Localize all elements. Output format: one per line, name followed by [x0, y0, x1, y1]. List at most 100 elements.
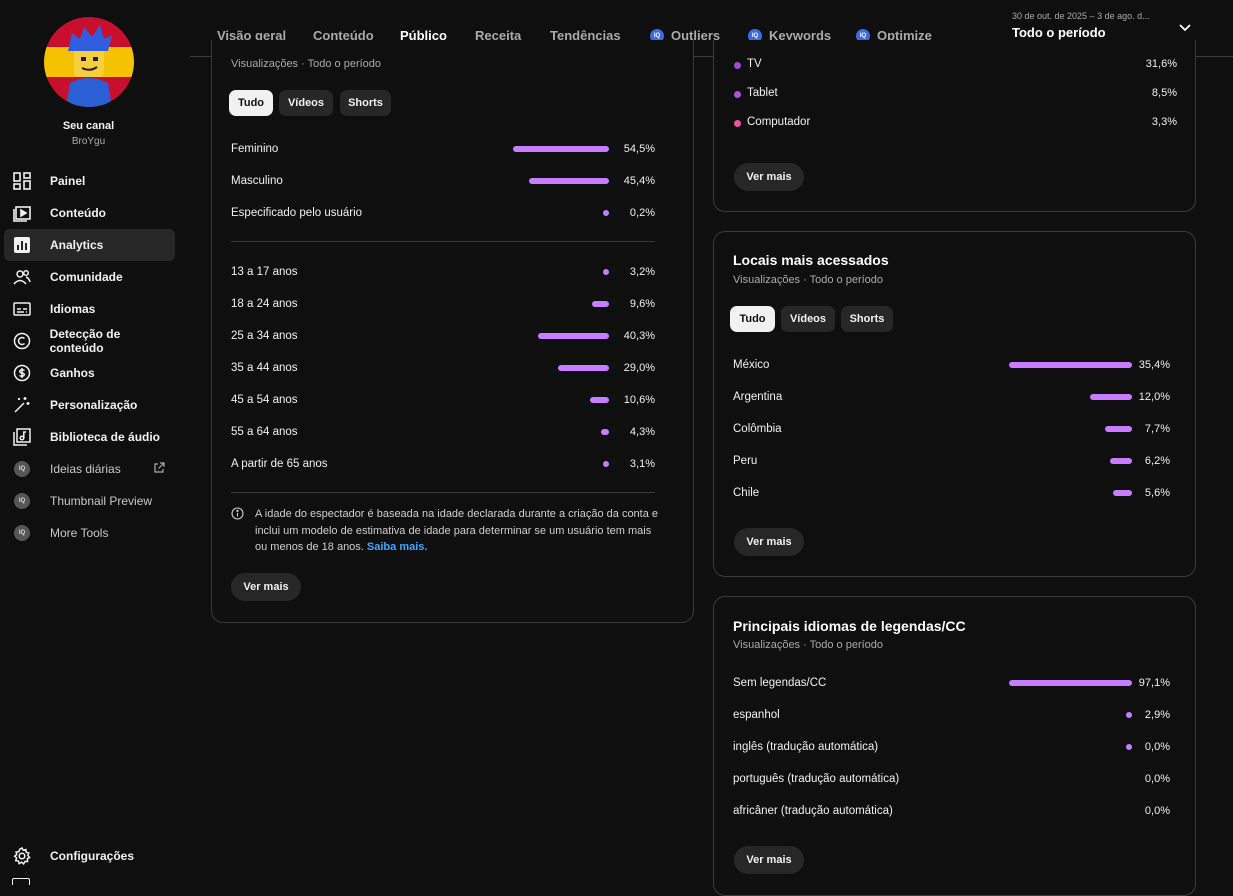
subtitles-card: Principais idiomas de legendas/CC Visual… [713, 596, 1196, 896]
sidebar-item-label: Painel [50, 174, 86, 188]
sidebar-item-label: Ideias diárias [50, 462, 121, 476]
sidebar-item-idiomas[interactable]: Idiomas [4, 293, 175, 325]
row-label: México [733, 359, 770, 371]
row-label: português (tradução automática) [733, 773, 900, 785]
card-subtitle: Visualizações · Todo o período [733, 639, 884, 651]
row-label: 35 a 44 anos [231, 362, 298, 374]
legend-dot [734, 120, 741, 127]
channel-avatar[interactable] [44, 17, 134, 107]
channel-handle: BroYgu [71, 136, 106, 147]
subtitles-icon [12, 299, 32, 319]
chip-videos[interactable]: Vídeos [279, 90, 333, 116]
sidebar-item-painel[interactable]: Painel [4, 165, 175, 197]
sidebar-item-ideias-diarias[interactable]: IQ Ideias diárias [4, 453, 175, 485]
data-bar [592, 301, 609, 307]
sidebar-item-label: Thumbnail Preview [50, 494, 153, 508]
see-more-button[interactable]: Ver mais [734, 528, 804, 556]
chip-tudo[interactable]: Tudo [730, 306, 775, 332]
sidebar-item-label: Configurações [50, 849, 135, 863]
row-label: 45 a 54 anos [231, 394, 298, 406]
row-value: 31,6% [1145, 58, 1177, 70]
data-bar [529, 178, 609, 184]
row-label: 18 a 24 anos [231, 298, 298, 310]
see-more-button[interactable]: Ver mais [231, 573, 301, 601]
data-bar [601, 429, 609, 435]
row-value: 8,5% [1151, 87, 1177, 99]
data-bar [1126, 712, 1132, 718]
period-range: 30 de out. de 2025 – 3 de ago. d... [1012, 11, 1150, 21]
data-bar [1105, 426, 1132, 432]
age-note: A idade do espectador é baseada na idade… [255, 508, 659, 553]
vidiq-icon: IQ [12, 491, 32, 511]
card-subtitle: Visualizações · Todo o período [231, 58, 382, 70]
audio-library-icon [12, 427, 32, 447]
sidebar-item-biblioteca-audio[interactable]: Biblioteca de áudio [4, 421, 175, 453]
row-label: Colômbia [733, 423, 782, 435]
content-icon [12, 203, 32, 223]
learn-more-link[interactable]: Saiba mais. [367, 541, 428, 553]
feedback-icon[interactable] [12, 878, 30, 885]
legend-dot [734, 62, 741, 69]
sidebar-item-label: Conteúdo [50, 206, 106, 220]
sidebar-item-deteccao[interactable]: Detecção de conteúdo [4, 325, 175, 357]
row-label: Feminino [231, 143, 279, 155]
sidebar-item-label: Detecção de conteúdo [49, 327, 121, 355]
see-more-button[interactable]: Ver mais [734, 163, 804, 191]
sidebar-item-personalizacao[interactable]: Personalização [4, 389, 175, 421]
analytics-icon [12, 235, 32, 255]
legend-dot [734, 91, 741, 98]
sidebar-item-ganhos[interactable]: Ganhos [4, 357, 175, 389]
data-bar [513, 146, 609, 152]
data-bar [558, 365, 609, 371]
demographics-card: Visualizações · Todo o período Tudo Víde… [211, 40, 694, 623]
chevron-down-icon[interactable] [1178, 20, 1192, 37]
row-value: 3,1% [629, 458, 655, 470]
row-label: Masculino [231, 175, 283, 187]
sidebar-item-conteudo[interactable]: Conteúdo [4, 197, 175, 229]
row-label: 25 a 34 anos [231, 330, 298, 342]
magic-wand-icon [12, 395, 32, 415]
copyright-icon [12, 331, 32, 351]
period-selector[interactable]: Todo o período [1012, 25, 1106, 40]
card-title: Principais idiomas de legendas/CC [733, 618, 966, 634]
sidebar-item-label: Idiomas [50, 302, 96, 316]
chip-shorts[interactable]: Shorts [841, 306, 893, 332]
community-icon [12, 267, 32, 287]
sidebar-item-label: Personalização [50, 398, 138, 412]
see-more-button[interactable]: Ver mais [734, 846, 804, 874]
sidebar-item-label: Analytics [50, 238, 104, 252]
row-label: Tablet [747, 87, 778, 99]
row-value: 54,5% [623, 143, 655, 155]
sidebar-item-label: More Tools [50, 526, 109, 540]
row-value: 0,0% [1144, 805, 1170, 817]
chip-tudo[interactable]: Tudo [229, 90, 273, 116]
sidebar-item-more-tools[interactable]: IQ More Tools [4, 517, 175, 549]
sidebar-item-analytics[interactable]: Analytics [4, 229, 175, 261]
row-label: TV [747, 58, 762, 70]
row-value: 4,3% [629, 426, 655, 438]
gear-icon [12, 846, 32, 866]
sidebar-item-thumbnail-preview[interactable]: IQ Thumbnail Preview [4, 485, 175, 517]
data-bar [1009, 680, 1132, 686]
row-value: 3,3% [1151, 116, 1177, 128]
chip-shorts[interactable]: Shorts [340, 90, 391, 116]
chip-videos[interactable]: Vídeos [781, 306, 835, 332]
sidebar-item-label: Ganhos [50, 366, 95, 380]
divider [231, 241, 655, 242]
sidebar: Seu canal BroYgu Painel Conteúdo Analyti… [0, 0, 190, 885]
data-bar [1009, 362, 1132, 368]
row-label: A partir de 65 anos [231, 458, 328, 470]
data-bar [603, 210, 609, 216]
data-bar [1113, 490, 1132, 496]
row-label: africâner (tradução automática) [733, 805, 893, 817]
sidebar-item-label: Biblioteca de áudio [50, 430, 161, 444]
sidebar-item-comunidade[interactable]: Comunidade [4, 261, 175, 293]
card-title: Locais mais acessados [733, 252, 889, 268]
row-label: espanhol [733, 709, 780, 721]
row-label: inglês (tradução automática) [733, 741, 879, 753]
row-value: 9,6% [629, 298, 655, 310]
sidebar-item-configuracoes[interactable]: Configurações [4, 840, 175, 872]
info-icon [231, 507, 244, 523]
row-label: 55 a 64 anos [231, 426, 298, 438]
data-bar [1090, 394, 1132, 400]
